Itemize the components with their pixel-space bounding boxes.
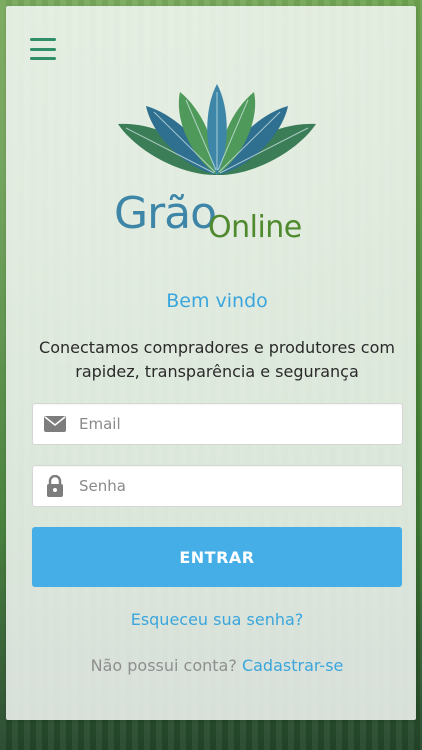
- signup-link[interactable]: Cadastrar-se: [242, 656, 343, 675]
- signup-row: Não possui conta? Cadastrar-se: [6, 656, 422, 675]
- login-card: Grão Online Bem vindo Conectamos comprad…: [6, 6, 416, 720]
- email-field[interactable]: [32, 403, 403, 445]
- password-input[interactable]: [77, 476, 381, 496]
- enter-button[interactable]: ENTRAR: [32, 527, 402, 587]
- tagline-text: Conectamos compradores e produtores com …: [39, 338, 395, 381]
- brand-name-secondary: Online: [208, 210, 302, 245]
- brand-wordmark: Grão Online: [112, 188, 322, 248]
- lock-icon: [33, 475, 77, 497]
- password-field[interactable]: [32, 465, 403, 507]
- signup-prompt: Não possui conta?: [90, 656, 237, 675]
- forgot-password-link[interactable]: Esqueceu sua senha?: [6, 610, 422, 629]
- email-input[interactable]: [77, 414, 381, 434]
- leaf-fan-icon: [118, 84, 316, 176]
- grao-online-logo: Grão Online: [112, 80, 322, 250]
- envelope-icon: [33, 416, 77, 432]
- welcome-title: Bem vindo: [166, 290, 268, 312]
- brand-name-primary: Grão: [114, 188, 217, 239]
- hamburger-menu-icon[interactable]: [30, 38, 56, 60]
